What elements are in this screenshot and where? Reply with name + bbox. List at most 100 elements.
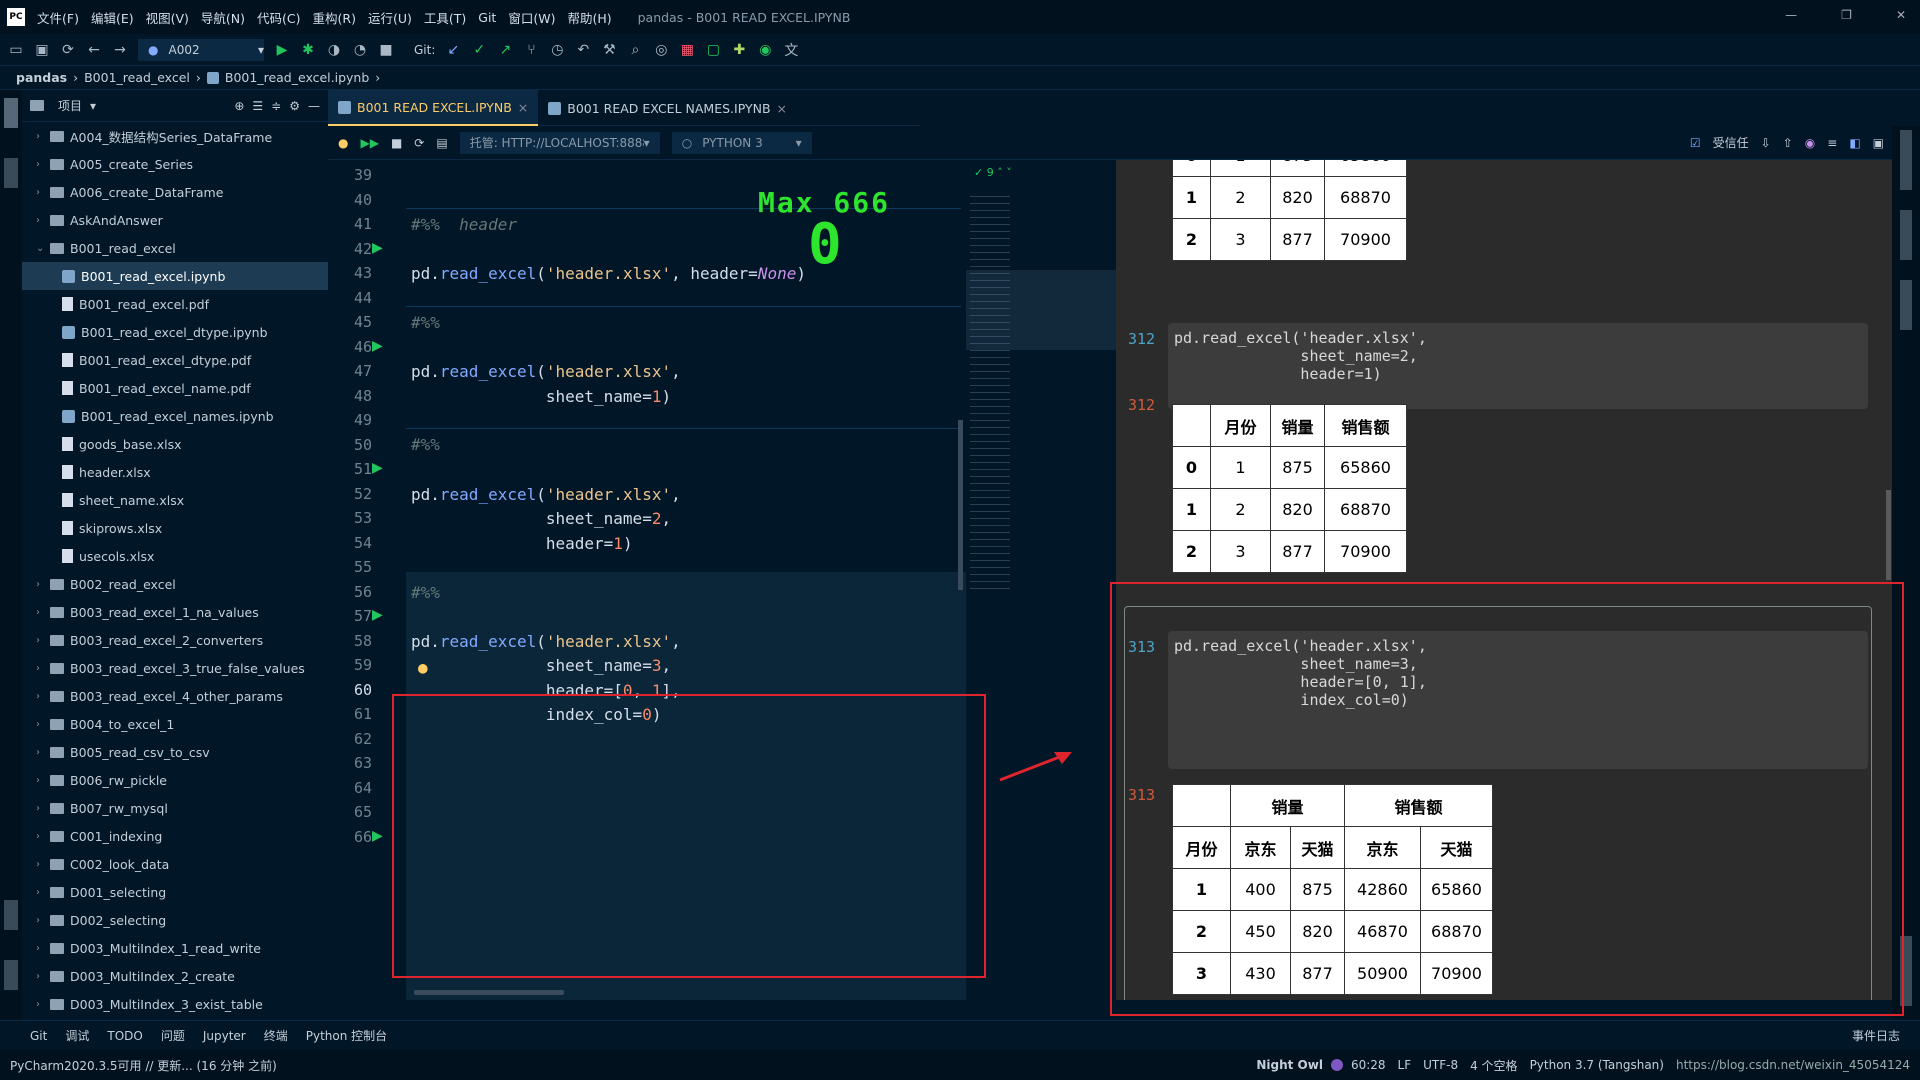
- restart-kernel-icon[interactable]: ⟳: [414, 136, 424, 150]
- tree-item[interactable]: › B003_read_excel_2_converters: [22, 626, 328, 654]
- forward-icon[interactable]: →: [112, 42, 128, 58]
- breadcrumb-folder[interactable]: B001_read_excel: [84, 70, 190, 85]
- todo-tool-button[interactable]: TODO: [107, 1029, 142, 1043]
- tree-item[interactable]: sheet_name.xlsx: [22, 486, 328, 514]
- menu-file[interactable]: 文件(F): [37, 8, 79, 27]
- git-update-icon[interactable]: ↙: [445, 42, 461, 58]
- run-cell-icon[interactable]: ▶: [372, 828, 383, 844]
- menu-help[interactable]: 帮助(H): [567, 8, 611, 27]
- tree-item[interactable]: B001_read_excel_name.pdf: [22, 374, 328, 402]
- code-cell-312[interactable]: pd.read_excel('header.xlsx', sheet_name=…: [1168, 323, 1868, 409]
- chevron-right-icon[interactable]: ›: [36, 607, 50, 618]
- interpreter[interactable]: Python 3.7 (Tangshan): [1530, 1058, 1664, 1072]
- line-separator[interactable]: LF: [1398, 1058, 1412, 1072]
- menu-view[interactable]: 视图(V): [146, 8, 189, 27]
- hide-icon[interactable]: —: [308, 99, 320, 113]
- chevron-right-icon[interactable]: ›: [36, 187, 50, 198]
- run-cell-icon[interactable]: ▶: [372, 460, 383, 476]
- inspect-icon[interactable]: ◎: [653, 42, 669, 58]
- wrench-icon[interactable]: ⚒: [601, 42, 617, 58]
- close-icon[interactable]: ×: [518, 100, 528, 115]
- tree-item[interactable]: › A005_create_Series: [22, 150, 328, 178]
- menu-navigate[interactable]: 导航(N): [201, 8, 245, 27]
- chevron-right-icon[interactable]: ›: [36, 159, 50, 170]
- commit-tool-icon[interactable]: [4, 158, 18, 188]
- project-tool-icon[interactable]: [4, 98, 18, 128]
- coverage-icon[interactable]: ◑: [326, 42, 342, 58]
- gear-icon[interactable]: ⚙: [289, 99, 300, 113]
- tree-item[interactable]: › B003_read_excel_3_true_false_values: [22, 654, 328, 682]
- tree-item[interactable]: › B003_read_excel_1_na_values: [22, 598, 328, 626]
- menu-tools[interactable]: 工具(T): [424, 8, 466, 27]
- tree-item[interactable]: › D003_MultiIndex_2_create: [22, 962, 328, 990]
- sync-icon[interactable]: ⟳: [60, 42, 76, 58]
- git-branch-icon[interactable]: ⑂: [523, 42, 539, 58]
- chevron-right-icon[interactable]: ›: [36, 775, 50, 786]
- plugin-icon[interactable]: ✚: [731, 42, 747, 58]
- tree-item[interactable]: B001_read_excel.ipynb: [22, 262, 328, 290]
- tab-b001-read-excel[interactable]: B001 READ EXCEL.IPYNB ×: [328, 90, 539, 126]
- filter-icon[interactable]: ⇧: [1783, 136, 1793, 150]
- menu-git[interactable]: Git: [478, 10, 496, 25]
- run-cell-icon[interactable]: ▶: [372, 607, 383, 623]
- git-commit-icon[interactable]: ✓: [471, 42, 487, 58]
- chevron-right-icon[interactable]: ›: [36, 831, 50, 842]
- variables-icon[interactable]: ▤: [436, 136, 447, 150]
- tree-item[interactable]: header.xlsx: [22, 458, 328, 486]
- tree-item[interactable]: › D002_selecting: [22, 906, 328, 934]
- kernel-select[interactable]: ○ PYTHON 3 ▾: [671, 131, 812, 154]
- terminal-tool-button[interactable]: 终端: [264, 1027, 288, 1044]
- back-icon[interactable]: ←: [86, 42, 102, 58]
- trusted-checkbox[interactable]: ☑: [1690, 136, 1701, 150]
- horizontal-scrollbar[interactable]: [414, 990, 564, 995]
- run-config-select[interactable]: ● A002 ▾: [138, 38, 264, 61]
- chevron-right-icon[interactable]: ›: [36, 999, 50, 1010]
- theme-label[interactable]: Night Owl: [1256, 1058, 1323, 1072]
- chevron-right-icon[interactable]: ›: [36, 971, 50, 982]
- run-all-icon[interactable]: ▶▶: [360, 136, 378, 150]
- split-view-icon[interactable]: ◧: [1849, 136, 1860, 150]
- tree-item[interactable]: skiprows.xlsx: [22, 514, 328, 542]
- editor-only-icon[interactable]: ≡: [1827, 136, 1837, 150]
- terminal-icon[interactable]: ▢: [705, 42, 721, 58]
- chevron-right-icon[interactable]: ›: [36, 719, 50, 730]
- structure-tool-icon[interactable]: [4, 900, 18, 930]
- run-icon[interactable]: ▶: [274, 42, 290, 58]
- file-encoding[interactable]: UTF-8: [1423, 1058, 1458, 1072]
- preview-only-icon[interactable]: ▣: [1873, 136, 1884, 150]
- tree-item[interactable]: › C001_indexing: [22, 822, 328, 850]
- history-icon[interactable]: ◷: [549, 42, 565, 58]
- chevron-right-icon[interactable]: ›: [36, 579, 50, 590]
- restore-icon[interactable]: ❐: [1841, 8, 1852, 22]
- save-icon[interactable]: ▣: [34, 42, 50, 58]
- tree-item[interactable]: › D003_MultiIndex_3_exist_table: [22, 990, 328, 1018]
- collapse-all-icon[interactable]: ≑: [271, 99, 281, 113]
- tree-item[interactable]: B001_read_excel_names.ipynb: [22, 402, 328, 430]
- database-tool-icon[interactable]: [1900, 210, 1912, 260]
- vertical-scrollbar[interactable]: [958, 420, 963, 590]
- git-push-icon[interactable]: ↗: [497, 42, 513, 58]
- run-cell-icon[interactable]: ▶: [372, 338, 383, 354]
- chevron-right-icon[interactable]: ›: [36, 215, 50, 226]
- menu-run[interactable]: 运行(U): [368, 8, 412, 27]
- rollback-icon[interactable]: ↶: [575, 42, 591, 58]
- menu-code[interactable]: 代码(C): [257, 8, 300, 27]
- open-folder-icon[interactable]: ▭: [8, 42, 24, 58]
- tree-item[interactable]: › B004_to_excel_1: [22, 710, 328, 738]
- expand-all-icon[interactable]: ☰: [252, 99, 263, 113]
- tree-item[interactable]: goods_base.xlsx: [22, 430, 328, 458]
- chevron-right-icon[interactable]: ›: [36, 803, 50, 814]
- tree-item[interactable]: › A004_数据结构Series_DataFrame: [22, 122, 328, 150]
- chevron-right-icon[interactable]: ›: [36, 131, 50, 142]
- sciview-tool-icon[interactable]: [1900, 280, 1912, 330]
- indent-setting[interactable]: 4 个空格: [1470, 1057, 1517, 1074]
- sciview-icon[interactable]: ◉: [757, 42, 773, 58]
- tree-item[interactable]: usecols.xlsx: [22, 542, 328, 570]
- event-log-button[interactable]: 事件日志: [1852, 1027, 1900, 1044]
- chevron-right-icon[interactable]: ›: [36, 915, 50, 926]
- tree-item[interactable]: ⌄ B001_read_excel: [22, 234, 328, 262]
- close-icon[interactable]: ×: [777, 101, 787, 116]
- tree-item[interactable]: B001_read_excel_dtype.ipynb: [22, 318, 328, 346]
- tree-item[interactable]: › B007_rw_mysql: [22, 794, 328, 822]
- json-parser-tool-icon[interactable]: [1900, 130, 1912, 190]
